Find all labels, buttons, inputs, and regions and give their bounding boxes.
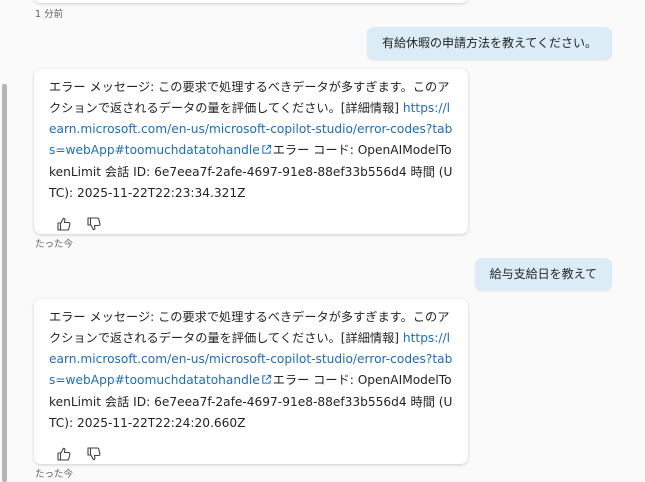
message-timestamp: たった今 xyxy=(35,469,74,480)
thumbs-up-icon[interactable] xyxy=(56,446,72,462)
bot-message-text: エラー メッセージ: この要求で処理するべきデータが多すぎます。このアクションで… xyxy=(49,77,454,204)
scrollbar-thumb[interactable] xyxy=(2,84,7,482)
external-link-icon[interactable] xyxy=(261,371,272,392)
user-message: 給与支給日を教えて xyxy=(474,258,612,291)
scrollbar-track[interactable] xyxy=(0,0,10,482)
chat-panel: 1 分前 有給休暇の申請方法を教えてください。 エラー メッセージ: この要求で… xyxy=(0,0,645,482)
message-timestamp: たった今 xyxy=(35,239,74,250)
feedback-buttons xyxy=(49,216,454,232)
external-link-icon[interactable] xyxy=(261,141,272,162)
bot-message: エラー メッセージ: この要求で処理するべきデータが多すぎます。このアクションで… xyxy=(34,69,468,234)
thumbs-down-icon[interactable] xyxy=(86,446,102,462)
error-message-text: エラー メッセージ: この要求で処理するべきデータが多すぎます。このアクションで… xyxy=(49,310,450,345)
bot-message: エラー メッセージ: この要求で処理するべきデータが多すぎます。このアクションで… xyxy=(34,299,468,464)
previous-bot-message xyxy=(34,0,468,3)
error-message-text: エラー メッセージ: この要求で処理するべきデータが多すぎます。このアクションで… xyxy=(49,80,450,115)
user-message: 有給休暇の申請方法を教えてください。 xyxy=(366,27,612,60)
feedback-buttons xyxy=(49,446,454,462)
thumbs-down-icon[interactable] xyxy=(86,216,102,232)
bot-message-text: エラー メッセージ: この要求で処理するべきデータが多すぎます。このアクションで… xyxy=(49,307,454,434)
message-timestamp: 1 分前 xyxy=(35,9,64,20)
thumbs-up-icon[interactable] xyxy=(56,216,72,232)
